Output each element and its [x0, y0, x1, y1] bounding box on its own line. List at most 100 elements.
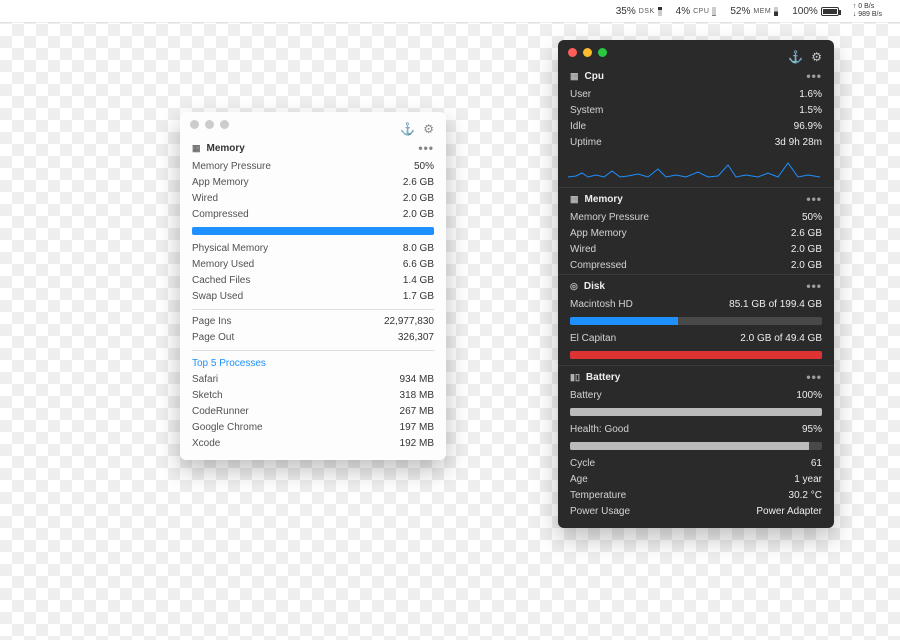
label: Page Out — [192, 331, 234, 345]
stat-row: App Memory 2.6 GB — [180, 175, 446, 191]
menubar-mem-label: MEM — [753, 8, 771, 15]
menubar-battery-value: 100% — [792, 6, 818, 17]
value: 2.6 GB — [403, 176, 434, 190]
value: 61 — [811, 457, 822, 471]
more-icon[interactable]: ••• — [806, 192, 822, 206]
top-processes-link[interactable]: Top 5 Processes — [180, 355, 446, 372]
cpu-sparkline — [568, 155, 824, 181]
value: 1 year — [794, 473, 822, 487]
menubar-mem[interactable]: 52% MEM — [730, 6, 778, 17]
menubar-network[interactable]: ↑ 0 B/s ↓ 989 B/s — [853, 3, 882, 19]
pin-icon[interactable]: ⚓ — [788, 50, 803, 64]
stat-row: Compressed2.0 GB — [180, 207, 446, 223]
label: Cached Files — [192, 274, 250, 288]
cpu-title: Cpu — [585, 71, 604, 82]
stat-row: Cycle 61 — [558, 456, 834, 472]
disk-vol-2: El Capitan 2.0 GB of 49.4 GB — [558, 331, 834, 347]
menubar-battery[interactable]: 100% — [792, 6, 839, 17]
battery-header: ▮▯Battery ••• — [558, 365, 834, 388]
bar-icon — [712, 7, 716, 16]
bar-icon — [774, 7, 778, 16]
memory-rows: Memory Pressure50%App Memory2.6 GBWired2… — [558, 210, 834, 274]
memory-block-2: Physical Memory8.0 GBMemory Used6.6 GBCa… — [180, 241, 446, 305]
gear-icon[interactable]: ⚙ — [423, 122, 434, 136]
label: Sketch — [192, 389, 223, 403]
memory-header: ▦Memory ••• — [558, 187, 834, 210]
memory-pressure-bar — [192, 227, 434, 235]
menubar-cpu[interactable]: 4% CPU — [676, 6, 717, 17]
label: Wired — [192, 192, 218, 206]
label: CodeRunner — [192, 405, 249, 419]
stat-row: Memory Pressure 50% — [180, 159, 446, 175]
value: 2.0 GB — [403, 192, 434, 206]
value: 192 MB — [400, 437, 434, 451]
divider — [192, 350, 434, 351]
stat-row: Safari934 MB — [180, 372, 446, 388]
memory-panel-light: ⚓ ⚙ ▦Memory ••• Memory Pressure50%App Me… — [180, 112, 446, 460]
value: 2.0 GB — [791, 243, 822, 257]
stat-row: Power UsagePower Adapter — [558, 504, 834, 520]
value: 6.6 GB — [403, 258, 434, 272]
menubar-disk-label: DSK — [639, 8, 655, 15]
label: Swap Used — [192, 290, 243, 304]
label: App Memory — [192, 176, 249, 190]
more-icon[interactable]: ••• — [806, 69, 822, 83]
more-icon[interactable]: ••• — [418, 141, 434, 155]
battery-stats: Cycle61Age1 yearTemperature30.2 °CPower … — [558, 456, 834, 520]
label: Safari — [192, 373, 218, 387]
stat-row: Xcode192 MB — [180, 436, 446, 452]
divider — [192, 309, 434, 310]
stat-row: Swap Used 1.7 GB — [180, 289, 446, 305]
value: 318 MB — [400, 389, 434, 403]
battery-bar — [570, 408, 822, 416]
stat-row: Sketch 318 MB — [180, 388, 446, 404]
memory-title: Memory — [207, 143, 245, 154]
label: Memory Used — [192, 258, 254, 272]
stat-row: Compressed2.0 GB — [558, 258, 834, 274]
more-icon[interactable]: ••• — [806, 370, 822, 384]
disk-name: El Capitan — [570, 332, 616, 346]
memory-icon: ▦ — [192, 143, 201, 153]
disk-icon: ◎ — [570, 281, 578, 291]
label: System — [570, 104, 603, 118]
gear-icon[interactable]: ⚙ — [811, 50, 822, 64]
stat-row: CodeRunner 267 MB — [180, 404, 446, 420]
battery-icon — [821, 7, 839, 16]
traffic-lights[interactable] — [558, 40, 617, 65]
menubar-net-down: ↓ 989 B/s — [853, 11, 882, 19]
value: 100% — [796, 389, 822, 403]
stat-row: System1.5% — [558, 103, 834, 119]
label: Temperature — [570, 489, 626, 503]
value: 50% — [802, 211, 822, 225]
battery-level-row: Battery 100% — [558, 388, 834, 404]
traffic-lights[interactable] — [180, 112, 239, 137]
memory-block-1: Memory Pressure 50% App Memory 2.6 GB Wired 2… — [180, 159, 446, 223]
value: 1.7 GB — [403, 290, 434, 304]
label: Power Usage — [570, 505, 630, 519]
stat-row: Wired2.0 GB — [558, 242, 834, 258]
label: Memory Pressure — [192, 160, 271, 174]
value: 96.9% — [794, 120, 822, 134]
stat-row: Temperature 30.2 °C — [558, 488, 834, 504]
value: 1.6% — [799, 88, 822, 102]
menubar-mem-value: 52% — [730, 6, 750, 17]
stat-row: App Memory2.6 GB — [558, 226, 834, 242]
label: Uptime — [570, 136, 602, 150]
pin-icon[interactable]: ⚓ — [400, 122, 415, 136]
more-icon[interactable]: ••• — [806, 279, 822, 293]
label: Cycle — [570, 457, 595, 471]
value: 267 MB — [400, 405, 434, 419]
stats-panel-dark: ⚓ ⚙ ▦Cpu ••• User1.6%System1.5%Idle96.9%… — [558, 40, 834, 528]
value: 50% — [414, 160, 434, 174]
disk-stat: 85.1 GB of 199.4 GB — [729, 298, 822, 312]
menubar-cpu-value: 4% — [676, 6, 690, 17]
value: 30.2 °C — [789, 489, 822, 503]
menubar: 35% DSK 4% CPU 52% MEM 100% ↑ 0 B/s ↓ 98… — [0, 0, 900, 22]
process-list: Safari934 MBSketch 318 MB CodeRunner 267 MB… — [180, 372, 446, 452]
battery-title: Battery — [586, 372, 620, 383]
memory-header: ▦ Memory ••• — [180, 137, 446, 159]
cpu-rows: User1.6%System1.5%Idle96.9%Uptime3d 9h 2… — [558, 87, 834, 151]
menubar-disk[interactable]: 35% DSK — [616, 6, 662, 17]
memory-block-3: Page Ins22,977,830Page Out326,307 — [180, 314, 446, 346]
disk-title: Disk — [584, 281, 605, 292]
